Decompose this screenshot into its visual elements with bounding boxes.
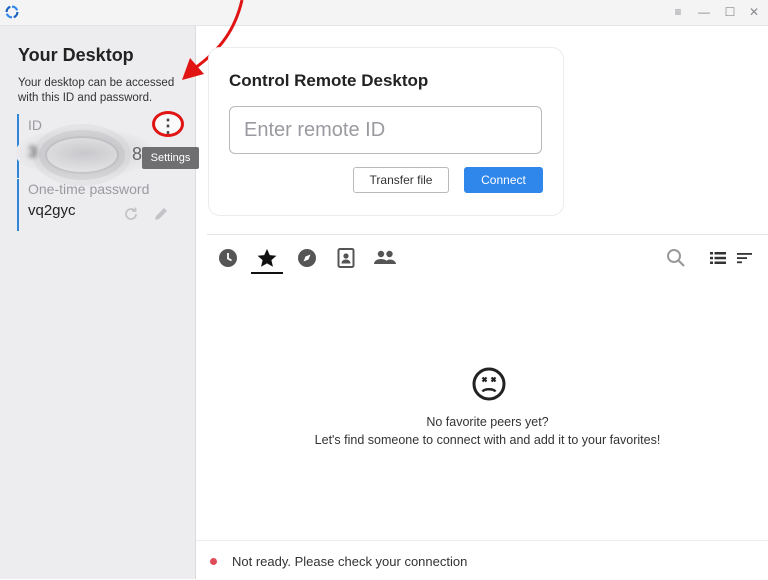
- menu-icon[interactable]: ≡: [670, 4, 686, 20]
- tab-group[interactable]: [373, 246, 397, 270]
- control-remote-title: Control Remote Desktop: [229, 71, 429, 90]
- view-list-button[interactable]: [706, 246, 730, 270]
- close-icon[interactable]: ✕: [746, 4, 762, 20]
- password-value[interactable]: vq2gyc: [28, 202, 76, 219]
- empty-message-line1: No favorite peers yet?: [426, 415, 549, 429]
- title-bar: ≡ — ☐ ✕: [0, 0, 768, 26]
- id-label: ID: [28, 117, 42, 133]
- sidebar-title: Your Desktop: [18, 45, 134, 65]
- search-button[interactable]: [664, 246, 688, 270]
- rustdesk-logo-icon: [5, 5, 19, 19]
- address-book-icon: [337, 248, 355, 268]
- peers-divider: [207, 234, 768, 235]
- status-bar: Not ready. Please check your connection: [196, 540, 768, 580]
- active-tab-indicator: [251, 272, 283, 274]
- id-value-tail: 8: [132, 144, 143, 164]
- more-vertical-icon: ⋮: [159, 116, 177, 136]
- tab-favorites[interactable]: [255, 246, 279, 270]
- settings-menu-button[interactable]: ⋮: [152, 111, 184, 137]
- refresh-icon[interactable]: [123, 206, 139, 222]
- sort-icon: [737, 253, 752, 264]
- tab-recent[interactable]: [216, 246, 240, 270]
- transfer-file-button[interactable]: Transfer file: [353, 167, 449, 193]
- control-remote-card: Control Remote Desktop Transfer file Con…: [208, 47, 564, 216]
- sort-button[interactable]: [733, 246, 757, 270]
- password-label: One-time password: [28, 181, 150, 197]
- connect-button[interactable]: Connect: [464, 167, 543, 193]
- empty-message-line2: Let's find someone to connect with and a…: [314, 433, 661, 447]
- search-icon: [667, 249, 685, 267]
- sad-face-icon: [472, 367, 506, 401]
- tab-address-book[interactable]: [334, 246, 358, 270]
- recent-icon: [219, 249, 237, 267]
- list-view-icon: [710, 252, 726, 264]
- favorites-icon: [257, 248, 277, 267]
- minimize-icon[interactable]: —: [696, 4, 712, 20]
- edit-icon[interactable]: [153, 206, 169, 222]
- tab-discovered[interactable]: [295, 246, 319, 270]
- settings-tooltip: Settings: [142, 147, 199, 169]
- maximize-icon[interactable]: ☐: [722, 4, 738, 20]
- id-value[interactable]: 3: [28, 144, 37, 162]
- password-field: One-time password vq2gyc: [17, 179, 189, 231]
- discovered-icon: [298, 249, 316, 267]
- group-icon: [374, 250, 396, 264]
- status-indicator: [210, 558, 217, 565]
- status-text: Not ready. Please check your connection: [232, 554, 468, 569]
- remote-id-input[interactable]: [229, 106, 542, 154]
